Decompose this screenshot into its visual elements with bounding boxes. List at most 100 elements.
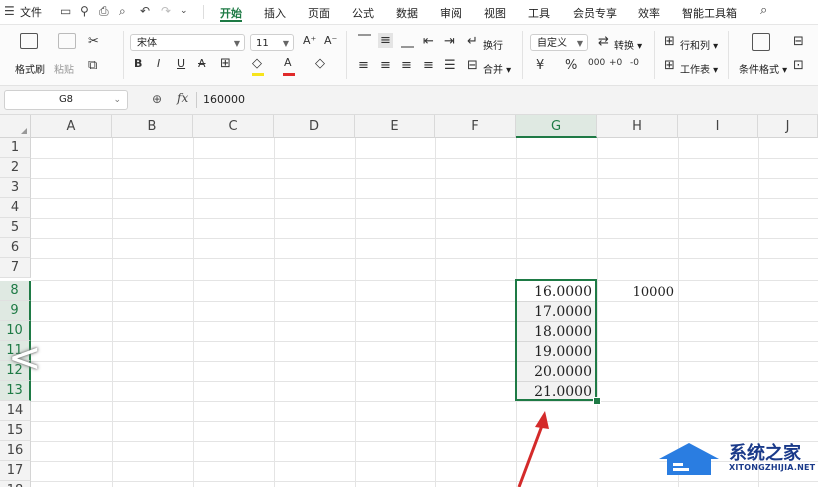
tab-member[interactable]: 会员专享: [573, 5, 617, 21]
search-icon[interactable]: ⌕: [760, 3, 767, 18]
paste-icon[interactable]: [58, 33, 76, 49]
border-icon[interactable]: ⊞: [220, 56, 231, 71]
italic-icon[interactable]: I: [157, 57, 160, 70]
bold-icon[interactable]: B: [134, 57, 142, 70]
save-icon[interactable]: ▭: [60, 4, 71, 18]
paste-button[interactable]: 粘贴: [54, 61, 74, 76]
decrease-decimal-icon[interactable]: -0: [630, 58, 639, 68]
column-header-d[interactable]: D: [274, 115, 355, 138]
row-header-14[interactable]: 14: [0, 401, 31, 421]
currency-icon[interactable]: ¥: [536, 58, 544, 73]
redo-icon[interactable]: ↷: [161, 4, 171, 18]
row-header-7[interactable]: 7: [0, 258, 31, 278]
convert-icon[interactable]: ⇄: [598, 34, 609, 49]
align-center-icon[interactable]: ≡: [380, 58, 391, 73]
cell-g11[interactable]: 19.0000: [517, 342, 595, 362]
row-header-9[interactable]: 9: [0, 301, 31, 321]
wrap-text-button[interactable]: 换行: [483, 37, 503, 52]
tab-smart-toolbox[interactable]: 智能工具箱: [682, 5, 737, 21]
hamburger-icon[interactable]: ☰: [4, 4, 15, 18]
strikethrough-icon[interactable]: A: [198, 57, 206, 70]
cell-h8[interactable]: 10000: [598, 283, 678, 303]
font-name-select[interactable]: 宋体 ▼: [130, 34, 245, 51]
format-painter-button[interactable]: 格式刷: [15, 61, 45, 76]
file-menu[interactable]: 文件: [20, 4, 42, 20]
print-icon[interactable]: ⎙: [99, 4, 109, 19]
column-header-b[interactable]: B: [112, 115, 193, 138]
tab-formula[interactable]: 公式: [352, 5, 374, 21]
rows-cols-icon[interactable]: ⊞: [664, 34, 675, 49]
align-left-icon[interactable]: ≡: [358, 58, 369, 73]
row-header-18[interactable]: 18: [0, 481, 31, 487]
chevron-left-icon[interactable]: <: [8, 335, 42, 381]
column-header-j[interactable]: J: [758, 115, 818, 138]
cell-g8[interactable]: 16.0000: [517, 282, 595, 302]
align-middle-icon[interactable]: ≡: [378, 33, 393, 48]
font-color-icon[interactable]: A: [284, 56, 292, 69]
align-top-icon[interactable]: ⎺: [358, 34, 371, 49]
worksheet-button[interactable]: 工作表 ▾: [680, 61, 718, 76]
select-all-corner[interactable]: [0, 115, 31, 138]
print-preview-icon[interactable]: ⌕: [119, 4, 126, 19]
merge-button[interactable]: 合并 ▾: [483, 61, 511, 76]
conditional-format-icon[interactable]: [752, 33, 770, 51]
row-header-8[interactable]: 8: [0, 281, 31, 301]
align-bottom-icon[interactable]: ⎽: [401, 34, 414, 49]
format-painter-icon[interactable]: [20, 33, 38, 49]
percent-icon[interactable]: %: [565, 58, 577, 73]
column-header-g[interactable]: G: [516, 115, 597, 138]
copy-icon[interactable]: ⧉: [88, 58, 97, 73]
row-header-4[interactable]: 4: [0, 198, 31, 218]
decrease-font-icon[interactable]: A⁻: [324, 34, 337, 47]
increase-decimal-icon[interactable]: +0: [609, 58, 622, 68]
cell-g10[interactable]: 18.0000: [517, 322, 595, 342]
number-format-select[interactable]: 自定义 ▼: [530, 34, 588, 51]
column-header-a[interactable]: A: [31, 115, 112, 138]
cell-g13[interactable]: 21.0000: [517, 382, 595, 402]
tab-insert[interactable]: 插入: [264, 5, 286, 21]
tab-page[interactable]: 页面: [308, 5, 330, 21]
undo-icon[interactable]: ↶: [140, 4, 150, 18]
clear-format-icon[interactable]: ◇: [315, 56, 325, 71]
row-header-13[interactable]: 13: [0, 381, 31, 401]
tab-home[interactable]: 开始: [220, 5, 242, 21]
merge-icon[interactable]: ⊟: [467, 58, 478, 73]
rows-cols-button[interactable]: 行和列 ▾: [680, 37, 718, 52]
zoom-icon[interactable]: ⊕: [152, 92, 162, 106]
wrap-text-icon[interactable]: ↵: [467, 34, 478, 49]
row-header-15[interactable]: 15: [0, 421, 31, 441]
fx-icon[interactable]: fx: [177, 91, 188, 105]
tab-efficiency[interactable]: 效率: [638, 5, 660, 21]
font-size-select[interactable]: 11 ▼: [250, 34, 294, 51]
tab-tools[interactable]: 工具: [528, 5, 550, 21]
column-header-i[interactable]: I: [678, 115, 758, 138]
underline-icon[interactable]: U: [177, 57, 185, 70]
increase-indent-icon[interactable]: ⇥: [444, 34, 455, 49]
table-format-icon[interactable]: ⊡: [793, 58, 804, 73]
conditional-format-button[interactable]: 条件格式 ▾: [739, 61, 787, 76]
cell-g9[interactable]: 17.0000: [517, 302, 595, 322]
column-header-c[interactable]: C: [193, 115, 274, 138]
thousands-icon[interactable]: 000: [588, 58, 605, 68]
row-header-3[interactable]: 3: [0, 178, 31, 198]
convert-button[interactable]: 转换 ▾: [614, 37, 642, 52]
customize-dropdown-icon[interactable]: ⌄: [180, 6, 188, 16]
tab-review[interactable]: 审阅: [440, 5, 462, 21]
cell-style-icon[interactable]: ⊟: [793, 34, 804, 49]
row-header-6[interactable]: 6: [0, 238, 31, 258]
row-header-5[interactable]: 5: [0, 218, 31, 238]
cut-icon[interactable]: ✂: [88, 34, 99, 49]
tab-data[interactable]: 数据: [396, 5, 418, 21]
row-header-17[interactable]: 17: [0, 461, 31, 481]
chevron-down-icon[interactable]: ⌄: [113, 91, 121, 109]
row-header-2[interactable]: 2: [0, 158, 31, 178]
name-box[interactable]: G8 ⌄: [4, 90, 128, 110]
column-header-e[interactable]: E: [355, 115, 435, 138]
row-header-16[interactable]: 16: [0, 441, 31, 461]
decrease-indent-icon[interactable]: ⇤: [423, 34, 434, 49]
row-header-1[interactable]: 1: [0, 138, 31, 158]
fill-color-icon[interactable]: ◇: [252, 56, 262, 71]
align-right-icon[interactable]: ≡: [401, 58, 412, 73]
increase-font-icon[interactable]: A⁺: [303, 34, 316, 47]
justify-icon[interactable]: ≡: [423, 58, 434, 73]
